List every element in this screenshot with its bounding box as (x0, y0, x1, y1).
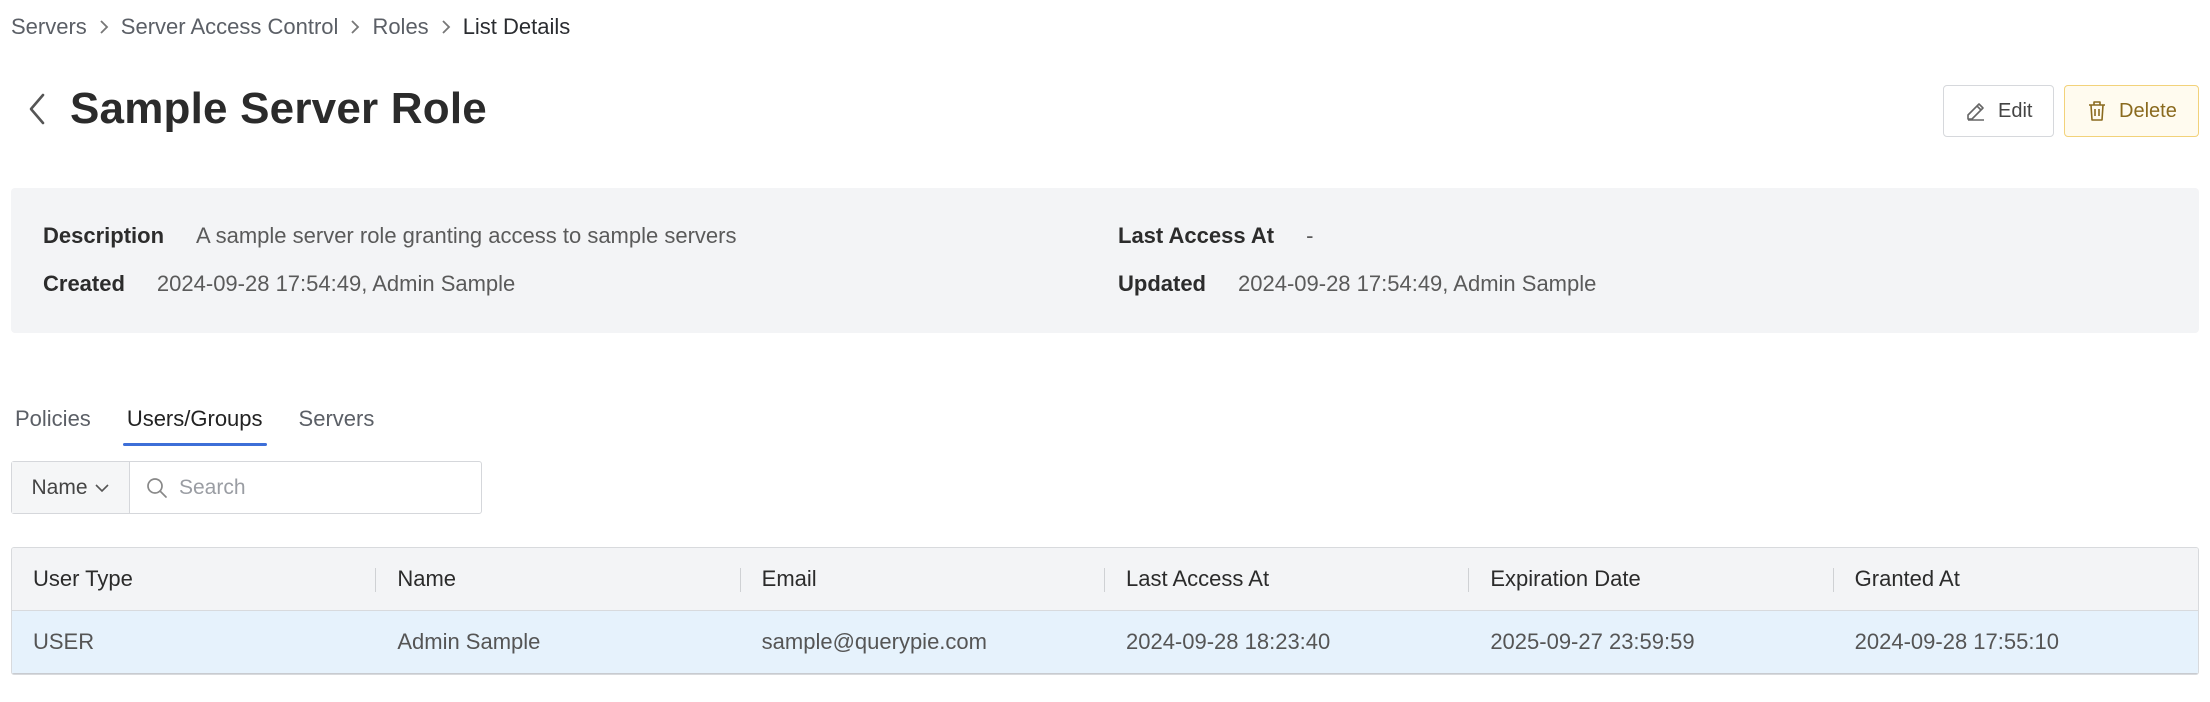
chevron-down-icon (94, 483, 109, 492)
edit-button-label: Edit (1998, 99, 2033, 122)
breadcrumb-item-servers[interactable]: Servers (11, 14, 87, 40)
last-access-row: Last Access At - (1118, 223, 1313, 249)
tab-bar: Policies Users/Groups Servers (11, 404, 406, 446)
created-value: 2024-09-28 17:54:49, Admin Sample (156, 271, 516, 296)
created-row: Created 2024-09-28 17:54:49, Admin Sampl… (43, 271, 515, 297)
column-header-last-access-at[interactable]: Last Access At (1105, 548, 1470, 610)
search-filter-label: Name (31, 475, 88, 499)
breadcrumb-item-roles[interactable]: Roles (372, 14, 428, 40)
details-panel: Description A sample server role grantin… (11, 188, 2199, 333)
updated-label: Updated (1118, 271, 1206, 296)
edit-button[interactable]: Edit (1943, 85, 2054, 137)
updated-value: 2024-09-28 17:54:49, Admin Sample (1238, 271, 1597, 296)
cell-name: Admin Sample (397, 629, 541, 654)
cell-user-type: USER (33, 629, 95, 654)
created-label: Created (43, 271, 125, 296)
table-row[interactable]: USER Admin Sample sample@querypie.com 20… (12, 611, 2198, 674)
breadcrumb: Servers Server Access Control Roles List… (11, 14, 570, 40)
search-icon (147, 477, 167, 498)
column-header-user-type[interactable]: User Type (12, 548, 377, 610)
chevron-left-icon (29, 93, 45, 125)
pencil-icon (1967, 103, 1984, 121)
cell-granted-at: 2024-09-28 17:55:10 (1854, 629, 2059, 654)
last-access-value: - (1306, 223, 1314, 248)
chevron-right-icon (338, 20, 372, 34)
search-filter-select[interactable]: Name (12, 462, 130, 513)
header-actions: Edit Delete (1943, 85, 2199, 137)
title-row: Sample Server Role (22, 84, 487, 134)
cell-email: sample@querypie.com (761, 629, 987, 654)
description-row: Description A sample server role grantin… (43, 223, 736, 249)
column-header-expiration-date[interactable]: Expiration Date (1469, 548, 1834, 610)
updated-row: Updated 2024-09-28 17:54:49, Admin Sampl… (1118, 271, 1596, 297)
column-header-name[interactable]: Name (376, 548, 741, 610)
search-input[interactable] (179, 475, 479, 500)
page-title: Sample Server Role (70, 84, 487, 133)
search-bar: Name (11, 461, 482, 514)
tab-servers[interactable]: Servers (295, 404, 379, 446)
description-label: Description (43, 223, 165, 248)
last-access-label: Last Access At (1118, 223, 1275, 248)
column-header-granted-at[interactable]: Granted At (1834, 548, 2198, 610)
description-value: A sample server role granting access to … (196, 223, 737, 248)
breadcrumb-item-current: List Details (462, 14, 571, 39)
breadcrumb-item-server-access-control[interactable]: Server Access Control (121, 14, 339, 40)
users-table: User Type Name Email Last Access At Expi… (11, 547, 2199, 675)
table-header: User Type Name Email Last Access At Expi… (12, 548, 2198, 611)
delete-button[interactable]: Delete (2064, 85, 2199, 137)
column-header-email[interactable]: Email (741, 548, 1106, 610)
tab-policies[interactable]: Policies (11, 404, 95, 446)
delete-button-label: Delete (2119, 99, 2177, 122)
search-field (130, 462, 481, 513)
trash-icon (2089, 101, 2105, 121)
cell-last-access-at: 2024-09-28 18:23:40 (1125, 629, 1331, 654)
tab-users-groups[interactable]: Users/Groups (122, 404, 267, 446)
chevron-right-icon (87, 20, 121, 34)
chevron-right-icon (429, 20, 463, 34)
back-button[interactable] (22, 89, 52, 129)
cell-expiration-date: 2025-09-27 23:59:59 (1490, 629, 1695, 654)
